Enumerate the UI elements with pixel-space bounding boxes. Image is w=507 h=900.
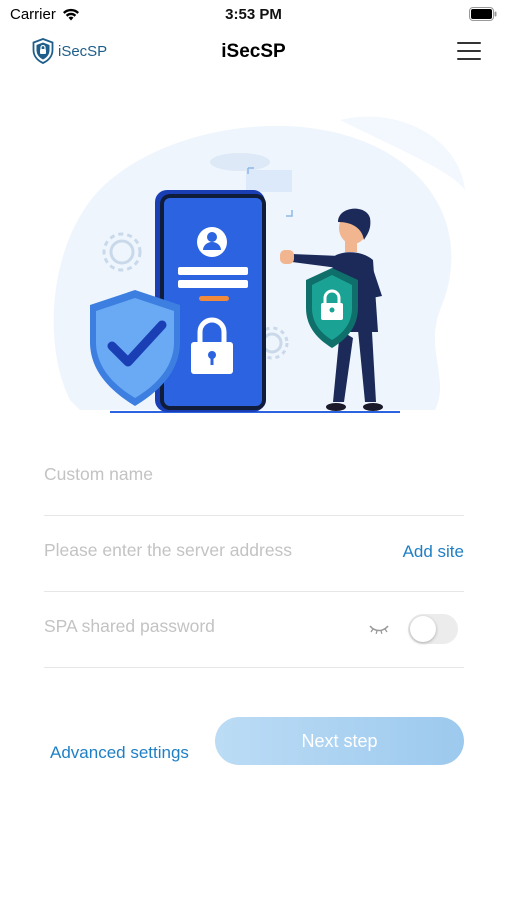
server-address-row: Add site [44, 516, 464, 592]
add-site-link[interactable]: Add site [403, 542, 464, 562]
password-toggle-switch[interactable] [408, 614, 458, 644]
status-time: 3:53 PM [225, 6, 282, 23]
battery-icon [469, 7, 497, 26]
security-login-illustration [53, 116, 465, 413]
site-form: Add site [44, 440, 464, 668]
spa-password-input[interactable] [44, 616, 374, 637]
hamburger-menu-icon[interactable] [457, 42, 481, 62]
toggle-knob [410, 616, 436, 642]
status-bar: Carrier 3:53 PM [0, 0, 507, 28]
custom-name-input[interactable] [44, 464, 374, 485]
hero-illustration [40, 110, 470, 420]
phone-login-illustration [155, 190, 266, 412]
page-title: iSecSP [221, 41, 286, 62]
menu-line [457, 42, 481, 44]
eye-closed-icon[interactable] [368, 622, 390, 640]
menu-line [457, 50, 481, 52]
custom-name-row [44, 440, 464, 516]
next-step-button[interactable]: Next step [215, 717, 464, 765]
menu-line [457, 58, 481, 60]
navigation-bar: iSecSP iSecSP [0, 28, 507, 76]
server-address-input[interactable] [44, 540, 374, 561]
spa-password-row [44, 592, 464, 668]
advanced-settings-link[interactable]: Advanced settings [50, 743, 189, 763]
cloud-icon [210, 153, 270, 171]
